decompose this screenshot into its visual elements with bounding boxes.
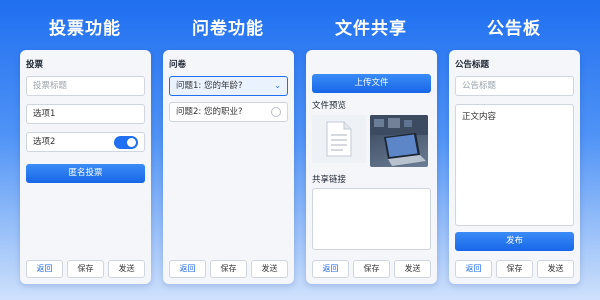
share-panel-title: 文件共享 xyxy=(335,19,407,39)
survey-send-button[interactable]: 发送 xyxy=(251,260,288,278)
vote-title-placeholder: 投票标题 xyxy=(33,81,68,91)
notice-label: 公告标题 xyxy=(455,60,490,70)
publish-button[interactable]: 发布 xyxy=(455,232,574,251)
chevron-down-icon: ⌄ xyxy=(274,81,281,90)
vote-back-button[interactable]: 返回 xyxy=(26,260,63,278)
survey-q2-row[interactable]: 问题2: 您的职业? xyxy=(169,102,288,122)
notice-panel-title: 公告板 xyxy=(487,19,541,39)
survey-q1-select[interactable]: 问题1: 您的年龄? ⌄ xyxy=(169,76,288,96)
vote-footer: 返回 保存 发送 xyxy=(26,260,145,278)
vote-label: 投票 xyxy=(26,60,44,70)
file-preview-area xyxy=(312,115,431,167)
upload-file-button[interactable]: 上传文件 xyxy=(312,74,431,93)
notice-body-text: 正文内容 xyxy=(462,112,497,122)
survey-card: 问卷 问题1: 您的年龄? ⌄ 问题2: 您的职业? 返回 保存 发送 xyxy=(163,50,294,284)
survey-panel-title: 问卷功能 xyxy=(192,19,264,39)
share-footer: 返回 保存 发送 xyxy=(312,260,431,278)
survey-footer: 返回 保存 发送 xyxy=(169,260,288,278)
survey-save-button[interactable]: 保存 xyxy=(210,260,247,278)
share-link-box[interactable] xyxy=(312,188,431,250)
vote-option2-row: 选项2 xyxy=(26,132,145,152)
survey-q2-radio[interactable] xyxy=(271,107,281,117)
document-icon xyxy=(326,121,352,157)
vote-card: 投票 投票标题 选项1 选项2 匿名投票 返回 保存 发送 xyxy=(20,50,151,284)
survey-q2-text: 问题2: 您的职业? xyxy=(176,107,243,117)
anonymous-vote-button[interactable]: 匿名投票 xyxy=(26,164,145,183)
notice-back-button[interactable]: 返回 xyxy=(455,260,492,278)
notice-save-button[interactable]: 保存 xyxy=(496,260,533,278)
share-back-button[interactable]: 返回 xyxy=(312,260,349,278)
vote-title-input[interactable]: 投票标题 xyxy=(26,76,145,96)
notice-card: 公告标题 公告标题 正文内容 发布 返回 保存 发送 xyxy=(449,50,580,284)
vote-option2-text: 选项2 xyxy=(33,137,56,147)
survey-label: 问卷 xyxy=(169,60,187,70)
laptop-image-thumbnail[interactable] xyxy=(370,115,428,167)
survey-q1-text: 问题1: 您的年龄? xyxy=(176,81,243,91)
document-thumbnail[interactable] xyxy=(312,115,366,163)
survey-back-button[interactable]: 返回 xyxy=(169,260,206,278)
notice-title-placeholder: 公告标题 xyxy=(462,81,497,91)
vote-save-button[interactable]: 保存 xyxy=(67,260,104,278)
notice-footer: 返回 保存 发送 xyxy=(455,260,574,278)
vote-option2-toggle[interactable] xyxy=(114,135,138,149)
vote-send-button[interactable]: 发送 xyxy=(108,260,145,278)
notice-send-button[interactable]: 发送 xyxy=(537,260,574,278)
laptop-photo xyxy=(370,115,428,166)
vote-option1-input[interactable]: 选项1 xyxy=(26,104,145,124)
vote-panel-title: 投票功能 xyxy=(49,19,121,39)
share-save-button[interactable]: 保存 xyxy=(353,260,390,278)
file-preview-label: 文件预览 xyxy=(312,101,347,111)
share-card: 上传文件 文件预览 共享链接 返回 保存 发送 xyxy=(306,50,437,284)
notice-title-input[interactable]: 公告标题 xyxy=(455,76,574,96)
share-link-label: 共享链接 xyxy=(312,175,347,185)
share-send-button[interactable]: 发送 xyxy=(394,260,431,278)
vote-option1-text: 选项1 xyxy=(33,109,56,119)
notice-body-textarea[interactable]: 正文内容 xyxy=(455,104,574,226)
